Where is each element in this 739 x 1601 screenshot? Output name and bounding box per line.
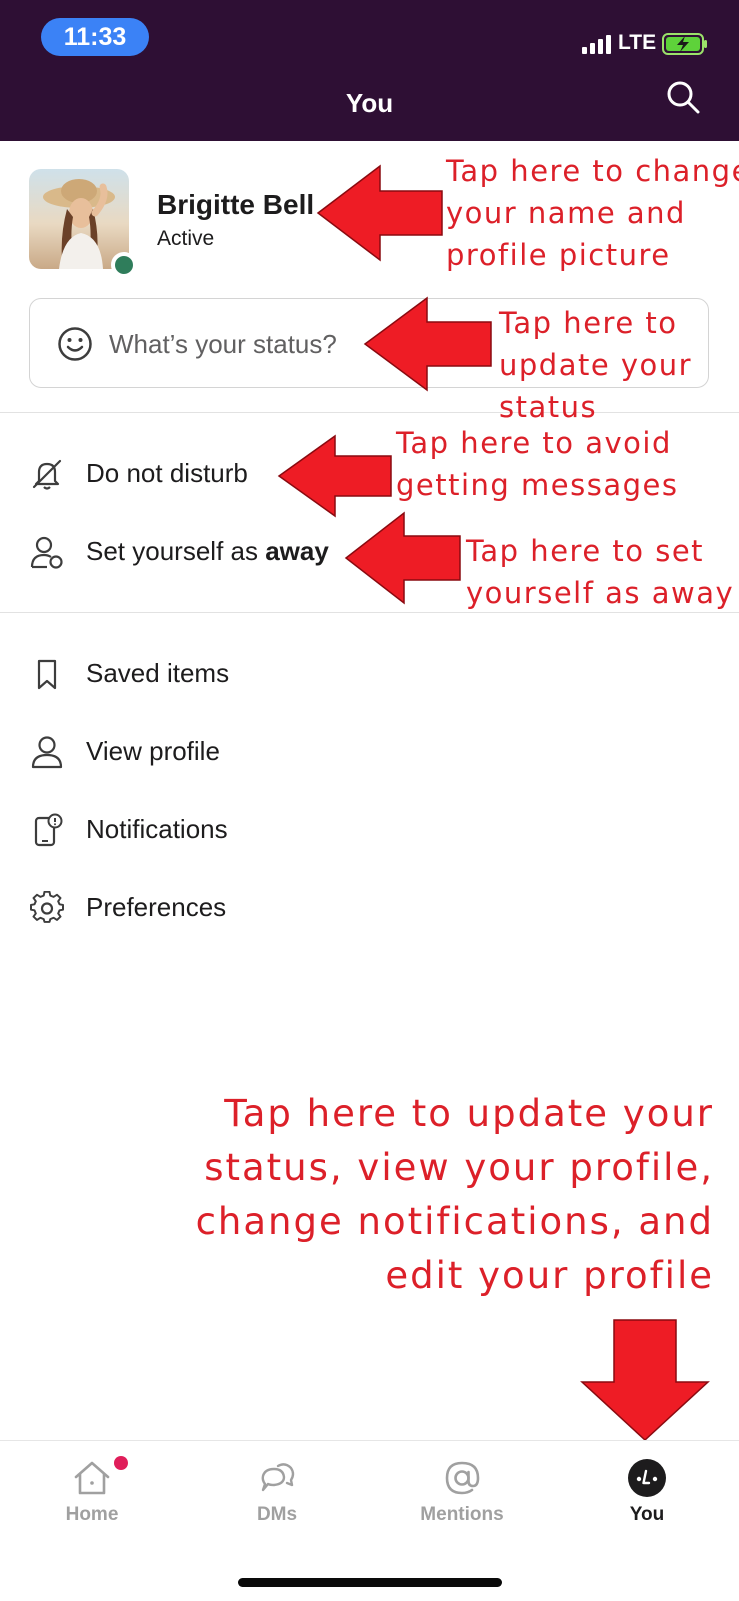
- smiley-icon: [58, 327, 92, 361]
- signal-icon: [582, 35, 611, 54]
- notifications-button[interactable]: Notifications: [86, 814, 228, 845]
- network-type: LTE: [618, 31, 657, 54]
- tab-dms[interactable]: DMs: [217, 1458, 337, 1526]
- annotation-line: profile picture: [446, 238, 671, 272]
- phone-notification-icon: [34, 813, 63, 847]
- you-avatar-icon: [628, 1459, 666, 1497]
- annotation-line: getting messages: [396, 468, 679, 502]
- annotation-line: Tap here to avoid: [396, 426, 672, 460]
- annotation-arrow-left: [316, 164, 443, 262]
- at-sign-icon: [445, 1461, 480, 1495]
- annotation-line: status, view your profile,: [204, 1146, 714, 1189]
- set-away-button[interactable]: Set yourself as away: [86, 536, 329, 567]
- preferences-button[interactable]: Preferences: [86, 892, 226, 923]
- set-away-label: Set yourself as: [86, 536, 266, 566]
- annotation-away: Tap here to set yourself as away: [466, 530, 734, 614]
- annotation-arrow-down: [580, 1319, 710, 1442]
- annotation-line: Tap here to update your: [224, 1092, 714, 1135]
- tab-label: Mentions: [420, 1504, 504, 1525]
- annotation-profile: Tap here to change your name and profile…: [446, 150, 739, 276]
- annotation-line: your name and: [446, 196, 686, 230]
- annotation-line: change notifications, and: [195, 1200, 714, 1243]
- annotation-line: Tap here to set: [466, 534, 705, 568]
- bell-off-icon: [32, 459, 62, 490]
- saved-items-button[interactable]: Saved items: [86, 658, 229, 689]
- tab-home[interactable]: Home: [32, 1458, 152, 1526]
- status-bar-time: 11:33: [41, 18, 149, 56]
- avatar[interactable]: [29, 169, 129, 269]
- do-not-disturb-button[interactable]: Do not disturb: [86, 458, 248, 489]
- notification-badge: [114, 1456, 128, 1470]
- annotation-tab: Tap here to update your status, view you…: [196, 1087, 714, 1303]
- page-title: You: [345, 88, 394, 118]
- annotation-line: edit your profile: [385, 1254, 714, 1297]
- annotation-line: Tap here to: [499, 306, 678, 340]
- annotation-dnd: Tap here to avoid getting messages: [396, 422, 679, 506]
- bookmark-icon: [37, 659, 57, 690]
- dms-icon: [261, 1463, 295, 1492]
- annotation-arrow-left: [344, 511, 461, 605]
- tab-you[interactable]: You: [587, 1458, 707, 1526]
- search-icon[interactable]: [666, 80, 700, 114]
- user-away-icon: [30, 536, 63, 569]
- home-icon: [74, 1461, 110, 1495]
- tab-label: You: [629, 1504, 665, 1525]
- annotation-status: Tap here to update your status: [499, 302, 692, 428]
- presence-label: Active: [157, 227, 215, 250]
- tab-label: DMs: [256, 1504, 298, 1525]
- annotation-line: yourself as away: [466, 576, 735, 610]
- annotation-arrow-left: [363, 296, 492, 392]
- away-emphasis: away: [265, 536, 329, 566]
- battery-charging-icon: [662, 33, 707, 55]
- user-icon: [31, 736, 63, 769]
- home-indicator: [238, 1578, 502, 1587]
- annotation-line: update your: [499, 348, 693, 382]
- gear-icon: [30, 891, 64, 923]
- online-status-dot: [111, 252, 137, 278]
- status-placeholder: What’s your status?: [109, 329, 337, 359]
- annotation-arrow-left: [277, 434, 392, 518]
- annotation-line: Tap here to change: [446, 154, 739, 188]
- profile-name[interactable]: Brigitte Bell: [157, 189, 314, 221]
- tab-mentions[interactable]: Mentions: [402, 1458, 522, 1526]
- tab-label: Home: [65, 1504, 119, 1525]
- view-profile-button[interactable]: View profile: [86, 736, 220, 767]
